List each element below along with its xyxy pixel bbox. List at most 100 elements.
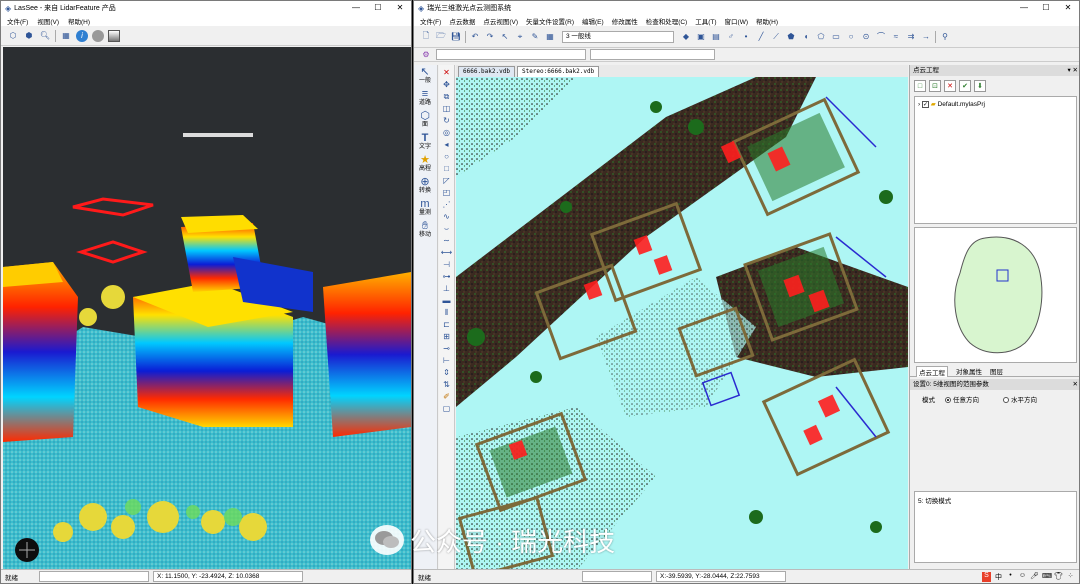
- node-icon[interactable]: ⊶: [443, 272, 451, 281]
- align-icon[interactable]: ⊥: [443, 284, 450, 293]
- ime-logo-icon[interactable]: S: [982, 571, 991, 582]
- grid-apps-icon[interactable]: ⁘: [1066, 572, 1075, 582]
- check-icon[interactable]: ✔: [959, 80, 971, 92]
- extend-icon[interactable]: ◂: [444, 140, 448, 149]
- menu-pointcloud-view[interactable]: 点云视图(V): [483, 16, 518, 26]
- new-file-icon[interactable]: 🗋: [420, 31, 432, 43]
- settings-close-icon[interactable]: ✕: [1073, 379, 1078, 390]
- disk-icon[interactable]: ▣: [695, 31, 707, 43]
- mode-measure[interactable]: m 量测: [414, 198, 436, 217]
- line-icon[interactable]: ╱: [755, 31, 767, 43]
- settings-icon[interactable]: ⚙: [420, 49, 432, 61]
- layer-select[interactable]: 3 一般线: [562, 30, 674, 43]
- attribute-select[interactable]: [590, 49, 715, 60]
- menu-file[interactable]: 文件(F): [420, 16, 441, 26]
- info-icon[interactable]: i: [76, 29, 88, 42]
- menu-pointcloud-data[interactable]: 点云数据: [449, 16, 475, 26]
- radio-horizontal[interactable]: 水平方向: [1003, 394, 1037, 404]
- menu-check-process[interactable]: 检查和处理(C): [646, 16, 688, 26]
- tab-project[interactable]: 点云工程: [916, 365, 948, 377]
- circle-center-icon[interactable]: ⊙: [860, 31, 872, 43]
- mode-move[interactable]: ✋︎ 移动: [414, 220, 436, 239]
- column-icon[interactable]: ⫴: [445, 308, 448, 317]
- keyboard-icon[interactable]: ⌨: [1042, 572, 1052, 582]
- polygon-icon[interactable]: ⬟: [785, 31, 797, 43]
- close-icon[interactable]: ✕: [389, 1, 411, 15]
- mic-icon[interactable]: 🎤︎: [1030, 572, 1039, 582]
- sphere-icon[interactable]: [92, 29, 104, 42]
- mode-text[interactable]: T 文字: [414, 132, 436, 151]
- maximize-icon[interactable]: ☐: [1035, 1, 1057, 15]
- maximize-icon[interactable]: ☐: [367, 1, 389, 15]
- tree-item[interactable]: › ✓ ▰ Default.mylasPrj: [918, 100, 1073, 108]
- tab-stereo[interactable]: Stereo:6666.bak2.vdb: [516, 66, 600, 77]
- open-file-icon[interactable]: 🗁: [435, 31, 447, 43]
- mirror-icon[interactable]: ◫: [443, 104, 451, 113]
- menu-vector-settings[interactable]: 矢量文件设置(R): [526, 16, 574, 26]
- split-icon[interactable]: ⊣: [443, 260, 450, 269]
- menu-view[interactable]: 视图(V): [37, 16, 59, 26]
- parallel-icon[interactable]: ⇉: [905, 31, 917, 43]
- rotate-icon[interactable]: ↻: [443, 116, 450, 125]
- vertex-icon[interactable]: ⋰: [443, 200, 451, 209]
- target-icon[interactable]: ◎: [443, 128, 450, 137]
- polyline-icon[interactable]: ⟋: [770, 31, 782, 43]
- expand-icon[interactable]: ›: [918, 101, 920, 108]
- diamond-icon[interactable]: ◆: [680, 31, 692, 43]
- curve-icon[interactable]: ◖: [800, 31, 812, 43]
- redo-icon[interactable]: ↷: [484, 31, 496, 43]
- save-icon[interactable]: 💾︎: [450, 31, 462, 43]
- point-icon[interactable]: •: [740, 31, 752, 43]
- ime-chinese-icon[interactable]: 中: [994, 572, 1003, 582]
- mode-elevation[interactable]: ★ 高程: [414, 154, 436, 173]
- download-icon[interactable]: ⬇: [974, 80, 986, 92]
- close-icon[interactable]: ✕: [1057, 1, 1079, 15]
- break-icon[interactable]: ◰: [443, 188, 451, 197]
- arrow-icon[interactable]: →: [920, 31, 932, 43]
- select-icon[interactable]: ↖: [499, 31, 511, 43]
- remove-icon[interactable]: ✕: [944, 80, 956, 92]
- pen-icon[interactable]: ✎: [529, 31, 541, 43]
- shape-icon[interactable]: ⬠: [815, 31, 827, 43]
- shirt-icon[interactable]: 👕︎: [1054, 572, 1063, 582]
- mode-area[interactable]: ⬡ 面: [414, 110, 436, 129]
- mode-general[interactable]: ↖ 一般: [414, 66, 436, 85]
- smooth-icon[interactable]: ∿: [443, 212, 450, 221]
- square-icon[interactable]: □: [444, 164, 449, 173]
- overview-map[interactable]: [914, 227, 1077, 363]
- menu-help[interactable]: 帮助(H): [68, 16, 90, 26]
- point-cloud-3d-view[interactable]: [3, 47, 411, 569]
- ring-icon[interactable]: ○: [444, 152, 449, 161]
- tab-properties[interactable]: 对象属性: [956, 366, 982, 376]
- menu-help[interactable]: 帮助(H): [756, 16, 778, 26]
- mode-road[interactable]: ≡ 道路: [414, 88, 436, 107]
- offset-icon[interactable]: ≈: [890, 31, 902, 43]
- page-icon[interactable]: ▢: [443, 404, 451, 413]
- import-icon[interactable]: ⊡: [929, 80, 941, 92]
- cube-icon[interactable]: ⬡: [7, 30, 19, 42]
- delete-icon[interactable]: ✕: [443, 68, 450, 77]
- tab-layers[interactable]: 图层: [990, 366, 1003, 376]
- menu-edit[interactable]: 编辑(E): [582, 16, 604, 26]
- rectangle-icon[interactable]: ▭: [830, 31, 842, 43]
- emoji-icon[interactable]: ☺: [1018, 572, 1027, 582]
- zoom-icon[interactable]: 🔍︎: [39, 30, 51, 42]
- grid-icon[interactable]: ▦: [544, 31, 556, 43]
- fillet-icon[interactable]: ⌣: [444, 224, 449, 233]
- swatch-icon[interactable]: [108, 29, 120, 42]
- menu-file[interactable]: 文件(F): [7, 16, 28, 26]
- link-icon[interactable]: ♂: [725, 31, 737, 43]
- minimize-icon[interactable]: —: [345, 1, 367, 15]
- mode-convert[interactable]: ⊕ 转换: [414, 176, 436, 195]
- undo-icon[interactable]: ↶: [469, 31, 481, 43]
- insert-icon[interactable]: ⊞: [443, 332, 450, 341]
- trim-icon[interactable]: ◸: [443, 176, 449, 185]
- menu-window[interactable]: 窗口(W): [725, 16, 748, 26]
- point-cloud-top-view[interactable]: [456, 77, 908, 571]
- tab-vdb[interactable]: 6666.bak2.vdb: [458, 66, 515, 77]
- box-icon[interactable]: ⬢: [23, 30, 35, 42]
- brush-icon[interactable]: ✐: [443, 392, 450, 401]
- panel-pin-close-icon[interactable]: ▾ ✕: [1067, 65, 1078, 76]
- snap-icon[interactable]: ⊸: [443, 344, 450, 353]
- new-project-icon[interactable]: □: [914, 80, 926, 92]
